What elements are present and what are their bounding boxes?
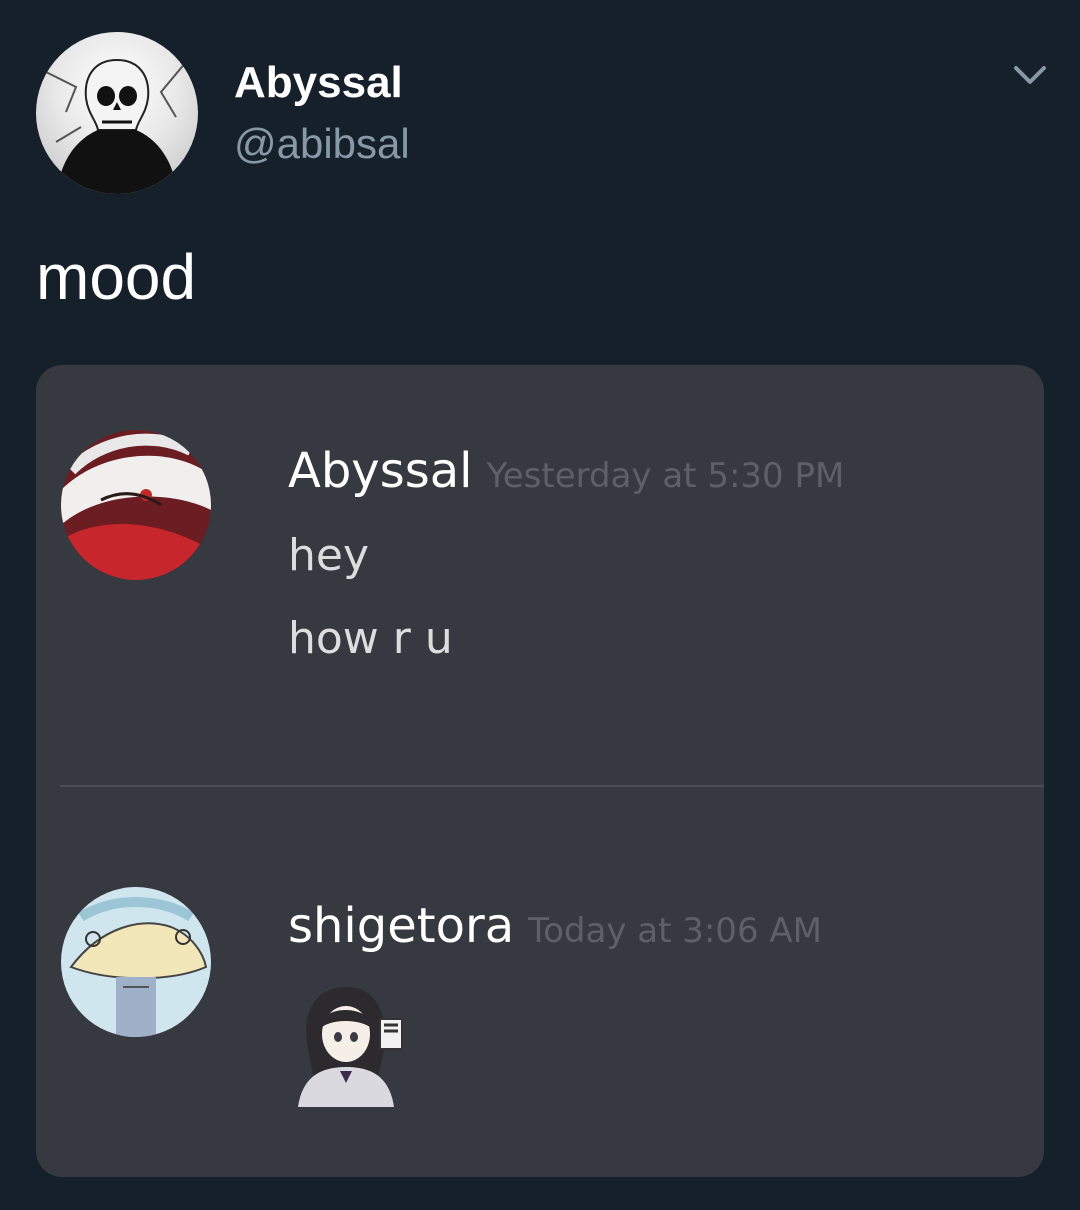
anime-girl-sticker-icon bbox=[298, 987, 403, 1107]
avatar[interactable] bbox=[36, 32, 198, 194]
author-name[interactable]: Abyssal bbox=[234, 58, 403, 108]
message-text: hey bbox=[288, 530, 369, 581]
message-text: how r u bbox=[288, 613, 453, 664]
message-author[interactable]: Abyssal bbox=[288, 443, 472, 499]
message-avatar bbox=[61, 430, 211, 580]
skull-avatar-icon bbox=[45, 58, 187, 194]
chevron-down-icon[interactable] bbox=[1010, 58, 1050, 92]
message-timestamp: Today at 3:06 AM bbox=[528, 911, 822, 951]
message-avatar bbox=[61, 887, 211, 1037]
anime-avatar-icon bbox=[61, 887, 211, 1037]
message-divider bbox=[60, 785, 1044, 787]
message-author[interactable]: shigetora bbox=[288, 898, 514, 954]
message-header: shigetora Today at 3:06 AM bbox=[288, 898, 822, 954]
message-timestamp: Yesterday at 5:30 PM bbox=[486, 456, 845, 496]
message-header: Abyssal Yesterday at 5:30 PM bbox=[288, 443, 844, 499]
red-hood-avatar-icon bbox=[61, 430, 211, 580]
sticker-image[interactable] bbox=[288, 979, 412, 1107]
tweet-text: mood bbox=[36, 241, 197, 313]
attached-image[interactable]: Abyssal Yesterday at 5:30 PM hey how r u … bbox=[36, 365, 1044, 1177]
author-handle[interactable]: @abibsal bbox=[234, 120, 410, 168]
